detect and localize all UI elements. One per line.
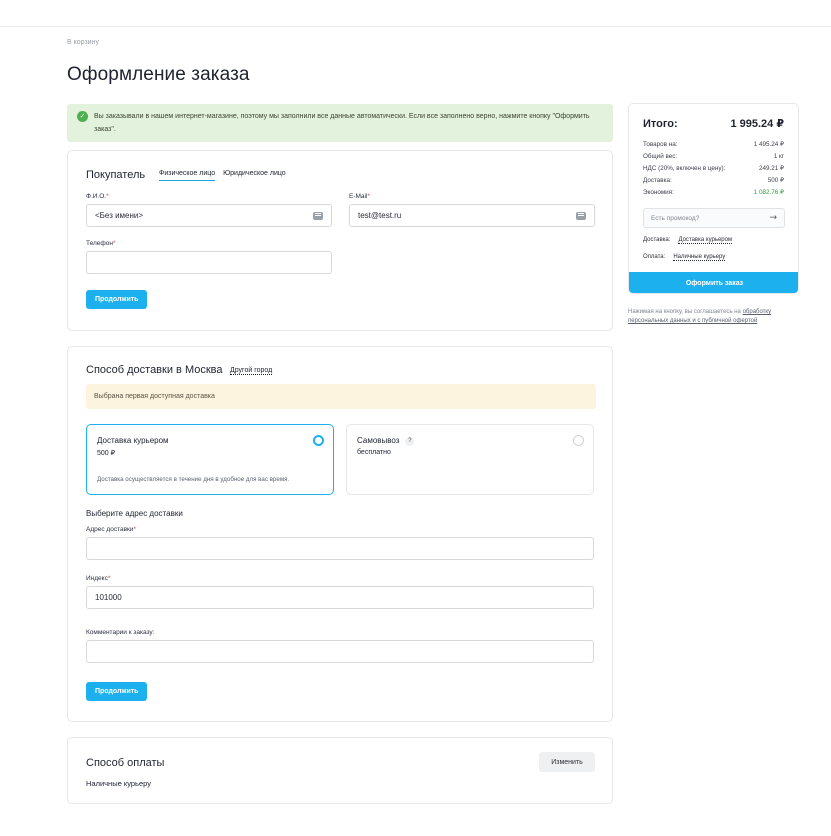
buyer-section: Покупатель Физическое лицо Юридическое л… [67, 150, 613, 331]
fio-label: Ф.И.О.* [86, 193, 109, 200]
autofill-notice: ✓ Вы заказывали в нашем интернет-магазин… [67, 104, 613, 142]
address-field[interactable] [86, 537, 594, 560]
summary-row: Общий вес: 1 кг [643, 153, 784, 160]
promo-code-input[interactable]: Есть промокод? → [643, 208, 785, 228]
buyer-type-tabs: Физическое лицо Юридическое лицо [159, 170, 286, 181]
buyer-continue-button[interactable]: Продолжить [86, 290, 148, 309]
summary-payment-link[interactable]: Наличные курьеру [673, 254, 726, 261]
address-label: Адрес доставки* [86, 526, 137, 533]
breadcrumb-back-to-cart[interactable]: В корзину [67, 39, 99, 46]
summary-row-savings: Экономия: 1 082.76 ₽ [643, 189, 784, 196]
fio-value: <Без имени> [95, 211, 144, 220]
radio-selected[interactable] [313, 435, 324, 446]
option-price: бесплатно [357, 449, 391, 456]
buyer-title: Покупатель [86, 169, 146, 181]
check-circle-icon: ✓ [77, 111, 88, 122]
delivery-warning: Выбрана первая доступная доставка [86, 384, 596, 409]
phone-label: Телефон* [86, 240, 116, 247]
summary-row: Доставка: 500 ₽ [643, 177, 784, 184]
option-name: Доставка курьером [97, 436, 169, 445]
change-payment-button[interactable]: Изменить [539, 752, 595, 772]
promo-placeholder: Есть промокод? [651, 214, 700, 222]
index-value: 101000 [95, 593, 122, 602]
header-divider [0, 26, 831, 27]
index-label: Индекс* [86, 575, 111, 582]
other-city-link[interactable]: Другой город [230, 367, 273, 375]
order-summary: Итого: 1 995.24 ₽ Товаров на: 1 495.24 ₽ … [628, 103, 799, 294]
place-order-button[interactable]: Оформить заказ [629, 272, 798, 293]
summary-rows: Товаров на: 1 495.24 ₽ Общий вес: 1 кг НДС… [643, 139, 784, 199]
total-label: Итого: [643, 118, 678, 130]
comment-label: Комментарии к заказу: [86, 629, 155, 636]
autofill-keyboard-icon[interactable] [313, 211, 323, 220]
tab-individual[interactable]: Физическое лицо [159, 170, 216, 181]
delivery-title: Способ доставки в Москва [86, 364, 223, 376]
email-field[interactable]: test@test.ru [349, 204, 595, 227]
tab-legal-entity[interactable]: Юридическое лицо [223, 170, 286, 181]
address-section-title: Выберите адрес доставки [86, 509, 183, 518]
summary-delivery-link[interactable]: Доставка курьером [678, 237, 733, 244]
total-value: 1 995.24 ₽ [730, 118, 784, 130]
delivery-option-pickup[interactable]: Самовывоз? бесплатно [346, 424, 594, 495]
email-value: test@test.ru [358, 211, 402, 220]
page-title: Оформление заказа [67, 64, 250, 85]
arrow-right-icon[interactable]: → [769, 213, 777, 223]
summary-row: Товаров на: 1 495.24 ₽ [643, 141, 784, 148]
payment-method: Наличные курьеру [86, 779, 151, 788]
phone-field[interactable] [86, 251, 332, 274]
agreement-text: Нажимая на кнопку, вы соглашаетесь на об… [628, 309, 772, 324]
summary-delivery: Доставка: Доставка курьером [643, 237, 733, 244]
option-name: Самовывоз? [357, 436, 415, 446]
option-description: Доставка осуществляется в течение дня в … [97, 476, 290, 483]
help-icon[interactable]: ? [405, 437, 415, 446]
summary-total: Итого: 1 995.24 ₽ [643, 117, 784, 130]
delivery-option-courier[interactable]: Доставка курьером 500 ₽ Доставка осущест… [86, 424, 334, 495]
fio-field[interactable]: <Без имени> [86, 204, 332, 227]
payment-section: Способ оплаты Изменить Наличные курьеру [67, 737, 613, 804]
delivery-section: Способ доставки в Москва Другой город Вы… [67, 346, 613, 722]
email-label: E-Mail* [349, 193, 370, 200]
summary-payment: Оплата: Наличные курьеру [643, 254, 726, 261]
payment-title: Способ оплаты [86, 757, 165, 769]
option-price: 500 ₽ [97, 450, 116, 457]
radio-unselected[interactable] [573, 435, 584, 446]
autofill-keyboard-icon[interactable] [576, 211, 586, 220]
comment-field[interactable] [86, 640, 594, 663]
summary-row: НДС (20%, включен в цену): 249.21 ₽ [643, 165, 784, 172]
delivery-continue-button[interactable]: Продолжить [86, 682, 148, 701]
index-field[interactable]: 101000 [86, 586, 594, 609]
notice-text: Вы заказывали в нашем интернет-магазине,… [94, 113, 590, 133]
